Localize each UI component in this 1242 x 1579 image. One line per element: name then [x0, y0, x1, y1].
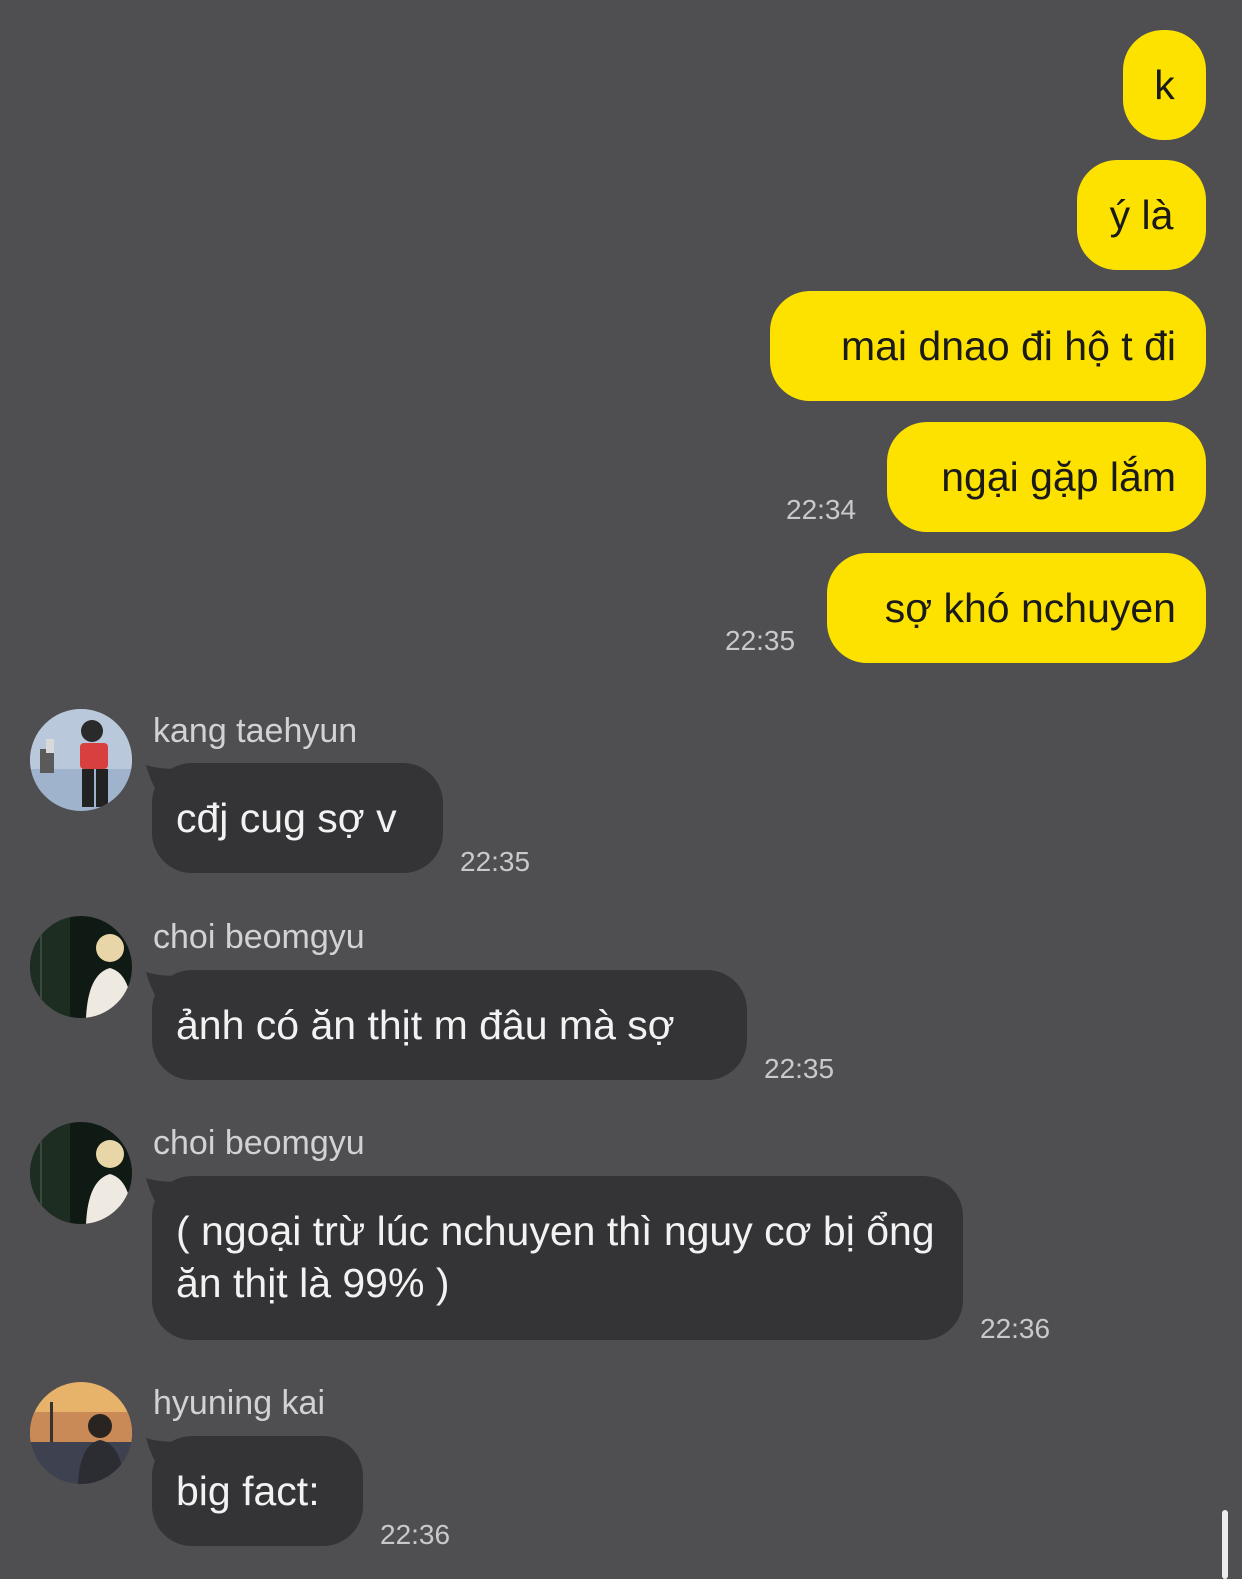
message-timestamp: 22:35	[460, 846, 531, 877]
avatar-choi-beomgyu[interactable]	[30, 916, 132, 1018]
message-timestamp: 22:35	[725, 625, 796, 656]
message-bubble[interactable]: k	[1123, 30, 1206, 140]
message-bubble[interactable]: big fact:	[152, 1436, 363, 1546]
message-bubble[interactable]: ý là	[1077, 160, 1206, 270]
message-bubble[interactable]: ( ngoại trừ lúc nchuyen thì nguy cơ bị ổ…	[152, 1176, 963, 1340]
avatar-kang-taehyun[interactable]	[30, 709, 132, 811]
sender-name: hyuning kai	[153, 1384, 326, 1422]
message-timestamp: 22:36	[380, 1519, 451, 1550]
sender-name: kang taehyun	[153, 712, 358, 750]
message-timestamp: 22:35	[764, 1053, 835, 1084]
message-bubble[interactable]: cđj cug sợ v	[152, 763, 443, 873]
avatar-hyuning-kai[interactable]	[30, 1382, 132, 1484]
message-bubble[interactable]: sợ khó nchuyen	[827, 553, 1206, 663]
sender-name: choi beomgyu	[153, 918, 365, 956]
scrollbar[interactable]	[1222, 1510, 1228, 1579]
sender-name: choi beomgyu	[153, 1124, 365, 1162]
message-timestamp: 22:36	[980, 1313, 1051, 1344]
message-timestamp: 22:34	[786, 494, 857, 525]
message-bubble[interactable]: ảnh có ăn thịt m đâu mà sợ	[152, 970, 747, 1080]
message-bubble[interactable]: mai dnao đi hộ t đi	[770, 291, 1206, 401]
avatar-choi-beomgyu[interactable]	[30, 1122, 132, 1224]
message-bubble[interactable]: ngại gặp lắm	[887, 422, 1206, 532]
